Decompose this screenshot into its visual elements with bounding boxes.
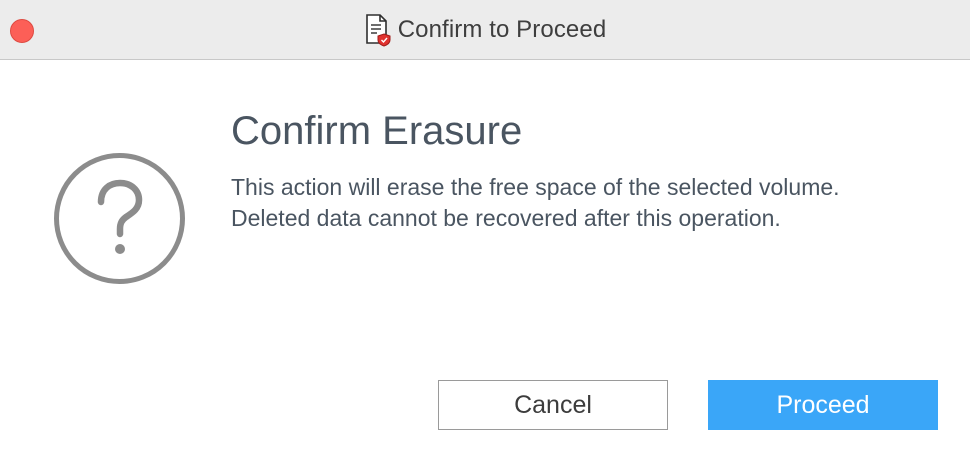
question-circle-icon bbox=[52, 151, 187, 286]
dialog-message-line: This action will erase the free space of… bbox=[231, 174, 840, 200]
proceed-button[interactable]: Proceed bbox=[708, 380, 938, 430]
cancel-button[interactable]: Cancel bbox=[438, 380, 668, 430]
window-title: Confirm to Proceed bbox=[397, 16, 607, 43]
dialog-message-line: Deleted data cannot be recovered after t… bbox=[231, 205, 781, 231]
confirm-dialog-window: Confirm to Proceed Confirm Erasure This … bbox=[0, 0, 970, 459]
title-group: Confirm to Proceed bbox=[0, 0, 970, 60]
title-bar: Confirm to Proceed bbox=[0, 0, 970, 60]
dialog-message: This action will erase the free space of… bbox=[231, 172, 840, 234]
document-shield-icon bbox=[364, 13, 392, 47]
dialog-heading: Confirm Erasure bbox=[231, 109, 523, 153]
